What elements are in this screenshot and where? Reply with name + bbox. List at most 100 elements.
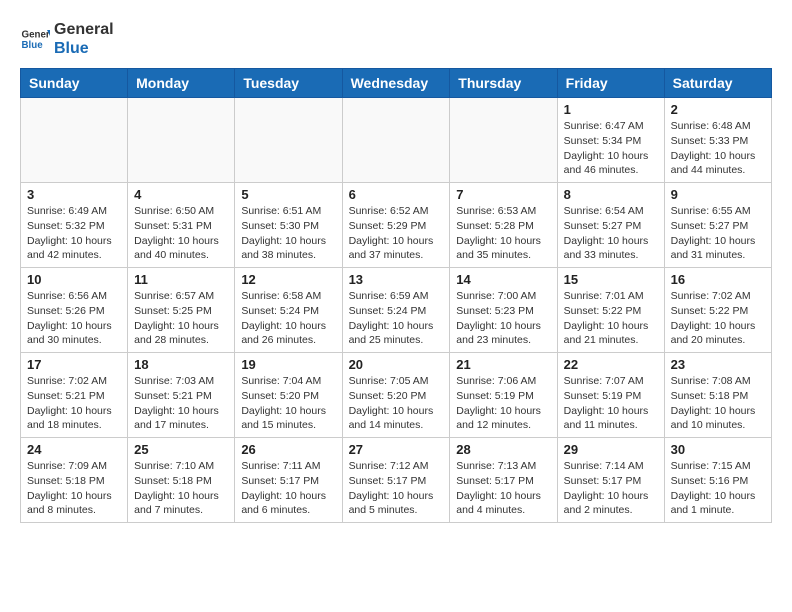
day-cell-11: 11 Sunrise: 6:57 AM Sunset: 5:25 PM Dayli… — [128, 268, 235, 353]
day-info: Sunrise: 6:59 AM Sunset: 5:24 PM Dayligh… — [349, 289, 444, 348]
day-info: Sunrise: 6:47 AM Sunset: 5:34 PM Dayligh… — [564, 119, 658, 178]
day-number: 28 — [456, 442, 550, 457]
day-number: 15 — [564, 272, 658, 287]
day-info: Sunrise: 7:13 AM Sunset: 5:17 PM Dayligh… — [456, 459, 550, 518]
day-number: 26 — [241, 442, 335, 457]
day-number: 30 — [671, 442, 765, 457]
day-cell-15: 15 Sunrise: 7:01 AM Sunset: 5:22 PM Dayli… — [557, 268, 664, 353]
day-number: 25 — [134, 442, 228, 457]
day-info: Sunrise: 7:15 AM Sunset: 5:16 PM Dayligh… — [671, 459, 765, 518]
day-info: Sunrise: 6:55 AM Sunset: 5:27 PM Dayligh… — [671, 204, 765, 263]
day-number: 5 — [241, 187, 335, 202]
week-row-4: 17 Sunrise: 7:02 AM Sunset: 5:21 PM Dayli… — [21, 353, 772, 438]
day-number: 2 — [671, 102, 765, 117]
day-cell-13: 13 Sunrise: 6:59 AM Sunset: 5:24 PM Dayli… — [342, 268, 450, 353]
day-cell-16: 16 Sunrise: 7:02 AM Sunset: 5:22 PM Dayli… — [664, 268, 771, 353]
day-number: 17 — [27, 357, 121, 372]
day-number: 8 — [564, 187, 658, 202]
header: General Blue General Blue — [20, 20, 772, 58]
day-number: 7 — [456, 187, 550, 202]
day-cell-22: 22 Sunrise: 7:07 AM Sunset: 5:19 PM Dayli… — [557, 353, 664, 438]
day-info: Sunrise: 7:01 AM Sunset: 5:22 PM Dayligh… — [564, 289, 658, 348]
day-cell-20: 20Sunrise: 7:05 AM Sunset: 5:20 PM Dayli… — [342, 353, 450, 438]
day-info: Sunrise: 7:02 AM Sunset: 5:22 PM Dayligh… — [671, 289, 765, 348]
day-number: 24 — [27, 442, 121, 457]
day-number: 29 — [564, 442, 658, 457]
week-row-5: 24Sunrise: 7:09 AM Sunset: 5:18 PM Dayli… — [21, 438, 772, 523]
day-cell-18: 18 Sunrise: 7:03 AM Sunset: 5:21 PM Dayli… — [128, 353, 235, 438]
day-number: 14 — [456, 272, 550, 287]
day-number: 9 — [671, 187, 765, 202]
weekday-header-monday: Monday — [128, 69, 235, 98]
day-info: Sunrise: 6:50 AM Sunset: 5:31 PM Dayligh… — [134, 204, 228, 263]
day-cell-21: 21Sunrise: 7:06 AM Sunset: 5:19 PM Dayli… — [450, 353, 557, 438]
week-row-1: 1 Sunrise: 6:47 AM Sunset: 5:34 PM Daylig… — [21, 98, 772, 183]
day-number: 19 — [241, 357, 335, 372]
logo: General Blue General Blue — [20, 20, 114, 58]
day-cell-17: 17 Sunrise: 7:02 AM Sunset: 5:21 PM Dayli… — [21, 353, 128, 438]
day-number: 6 — [349, 187, 444, 202]
weekday-header-friday: Friday — [557, 69, 664, 98]
week-row-3: 10 Sunrise: 6:56 AM Sunset: 5:26 PM Dayli… — [21, 268, 772, 353]
day-info: Sunrise: 6:51 AM Sunset: 5:30 PM Dayligh… — [241, 204, 335, 263]
day-info: Sunrise: 7:02 AM Sunset: 5:21 PM Dayligh… — [27, 374, 121, 433]
empty-cell — [21, 98, 128, 183]
weekday-header-row: SundayMondayTuesdayWednesdayThursdayFrid… — [21, 69, 772, 98]
day-info: Sunrise: 7:11 AM Sunset: 5:17 PM Dayligh… — [241, 459, 335, 518]
day-info: Sunrise: 6:49 AM Sunset: 5:32 PM Dayligh… — [27, 204, 121, 263]
day-cell-5: 5 Sunrise: 6:51 AM Sunset: 5:30 PM Daylig… — [235, 183, 342, 268]
day-cell-7: 7 Sunrise: 6:53 AM Sunset: 5:28 PM Daylig… — [450, 183, 557, 268]
empty-cell — [128, 98, 235, 183]
day-info: Sunrise: 6:54 AM Sunset: 5:27 PM Dayligh… — [564, 204, 658, 263]
day-info: Sunrise: 7:06 AM Sunset: 5:19 PM Dayligh… — [456, 374, 550, 433]
day-number: 10 — [27, 272, 121, 287]
day-info: Sunrise: 6:56 AM Sunset: 5:26 PM Dayligh… — [27, 289, 121, 348]
day-info: Sunrise: 6:57 AM Sunset: 5:25 PM Dayligh… — [134, 289, 228, 348]
day-cell-14: 14 Sunrise: 7:00 AM Sunset: 5:23 PM Dayli… — [450, 268, 557, 353]
day-info: Sunrise: 6:52 AM Sunset: 5:29 PM Dayligh… — [349, 204, 444, 263]
day-cell-30: 30 Sunrise: 7:15 AM Sunset: 5:16 PM Dayli… — [664, 438, 771, 523]
day-info: Sunrise: 7:03 AM Sunset: 5:21 PM Dayligh… — [134, 374, 228, 433]
day-info: Sunrise: 6:53 AM Sunset: 5:28 PM Dayligh… — [456, 204, 550, 263]
day-info: Sunrise: 7:00 AM Sunset: 5:23 PM Dayligh… — [456, 289, 550, 348]
day-cell-3: 3 Sunrise: 6:49 AM Sunset: 5:32 PM Daylig… — [21, 183, 128, 268]
day-number: 22 — [564, 357, 658, 372]
weekday-header-wednesday: Wednesday — [342, 69, 450, 98]
day-cell-6: 6 Sunrise: 6:52 AM Sunset: 5:29 PM Daylig… — [342, 183, 450, 268]
day-cell-26: 26 Sunrise: 7:11 AM Sunset: 5:17 PM Dayli… — [235, 438, 342, 523]
weekday-header-sunday: Sunday — [21, 69, 128, 98]
day-info: Sunrise: 7:07 AM Sunset: 5:19 PM Dayligh… — [564, 374, 658, 433]
day-number: 13 — [349, 272, 444, 287]
day-info: Sunrise: 7:12 AM Sunset: 5:17 PM Dayligh… — [349, 459, 444, 518]
day-info: Sunrise: 7:05 AM Sunset: 5:20 PM Dayligh… — [349, 374, 444, 433]
day-info: Sunrise: 7:04 AM Sunset: 5:20 PM Dayligh… — [241, 374, 335, 433]
day-cell-12: 12Sunrise: 6:58 AM Sunset: 5:24 PM Dayli… — [235, 268, 342, 353]
day-number: 3 — [27, 187, 121, 202]
day-number: 11 — [134, 272, 228, 287]
empty-cell — [450, 98, 557, 183]
day-cell-10: 10 Sunrise: 6:56 AM Sunset: 5:26 PM Dayli… — [21, 268, 128, 353]
day-cell-27: 27Sunrise: 7:12 AM Sunset: 5:17 PM Dayli… — [342, 438, 450, 523]
day-number: 18 — [134, 357, 228, 372]
day-cell-4: 4 Sunrise: 6:50 AM Sunset: 5:31 PM Daylig… — [128, 183, 235, 268]
empty-cell — [235, 98, 342, 183]
day-number: 1 — [564, 102, 658, 117]
day-cell-23: 23Sunrise: 7:08 AM Sunset: 5:18 PM Dayli… — [664, 353, 771, 438]
day-info: Sunrise: 7:14 AM Sunset: 5:17 PM Dayligh… — [564, 459, 658, 518]
day-number: 16 — [671, 272, 765, 287]
day-info: Sunrise: 7:08 AM Sunset: 5:18 PM Dayligh… — [671, 374, 765, 433]
calendar: SundayMondayTuesdayWednesdayThursdayFrid… — [20, 68, 772, 523]
day-cell-19: 19 Sunrise: 7:04 AM Sunset: 5:20 PM Dayli… — [235, 353, 342, 438]
day-number: 4 — [134, 187, 228, 202]
day-info: Sunrise: 7:10 AM Sunset: 5:18 PM Dayligh… — [134, 459, 228, 518]
day-cell-2: 2 Sunrise: 6:48 AM Sunset: 5:33 PM Daylig… — [664, 98, 771, 183]
svg-text:Blue: Blue — [22, 40, 44, 51]
day-cell-1: 1 Sunrise: 6:47 AM Sunset: 5:34 PM Daylig… — [557, 98, 664, 183]
day-cell-29: 29 Sunrise: 7:14 AM Sunset: 5:17 PM Dayli… — [557, 438, 664, 523]
logo-general: General — [54, 20, 114, 39]
day-info: Sunrise: 6:48 AM Sunset: 5:33 PM Dayligh… — [671, 119, 765, 178]
empty-cell — [342, 98, 450, 183]
day-info: Sunrise: 6:58 AM Sunset: 5:24 PM Dayligh… — [241, 289, 335, 348]
weekday-header-thursday: Thursday — [450, 69, 557, 98]
week-row-2: 3 Sunrise: 6:49 AM Sunset: 5:32 PM Daylig… — [21, 183, 772, 268]
